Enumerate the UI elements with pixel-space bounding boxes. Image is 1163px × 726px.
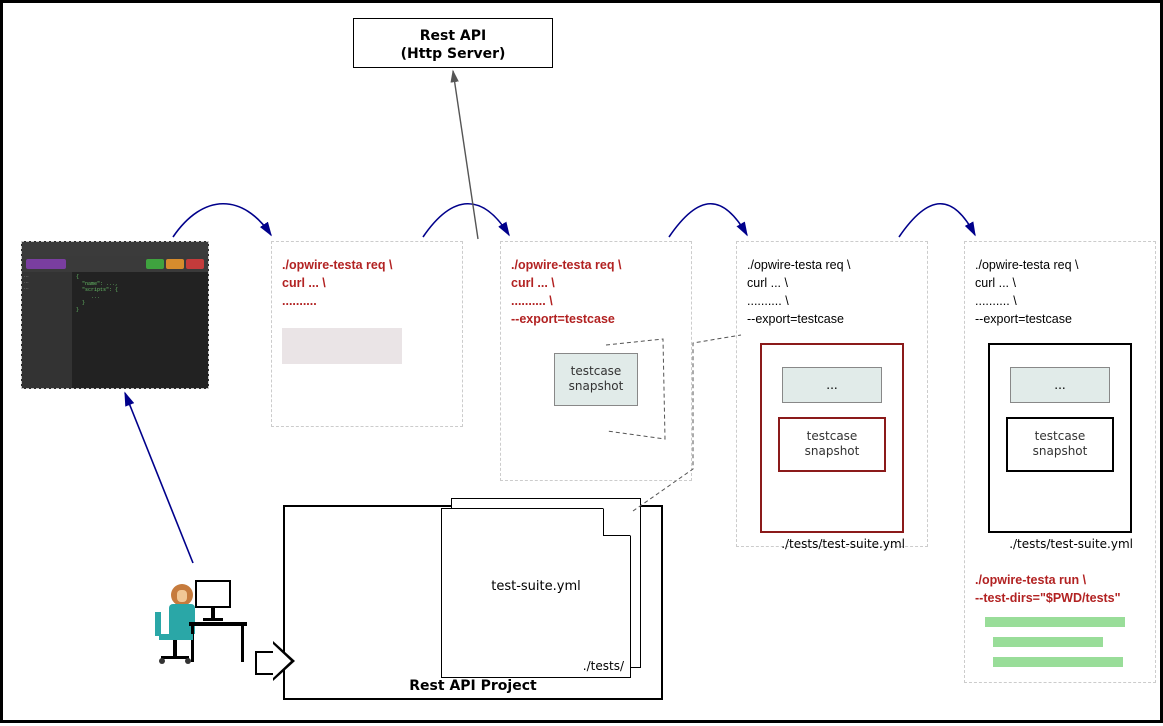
ide-toolbar xyxy=(22,256,208,272)
step4-testsuite-file: ... testcase snapshot xyxy=(988,343,1132,533)
diagram-canvas: Rest API (Http Server) ········· { "name… xyxy=(0,0,1163,723)
suite-file-label: test-suite.yml xyxy=(442,579,630,594)
step2-cmd-line1: ./opwire-testa req \ xyxy=(511,256,681,274)
step3-testsuite-file: ... testcase snapshot xyxy=(760,343,904,533)
step4-run-cmd-line1: ./opwire-testa run \ xyxy=(975,571,1145,589)
step2-cmd-line2: curl ... \ xyxy=(511,274,681,292)
step2-cmd-line3: .......... \ xyxy=(511,292,681,310)
step4-panel: ./opwire-testa req \ curl ... \ ........… xyxy=(964,241,1156,683)
developer-figure xyxy=(153,558,263,698)
ide-warn-btn-icon xyxy=(166,259,184,269)
tests-folder: test-suite.yml ./tests/ xyxy=(441,498,641,678)
tests-path-label: ./tests/ xyxy=(583,659,624,673)
step3-panel: ./opwire-testa req \ curl ... \ ........… xyxy=(736,241,928,547)
step2-panel: ./opwire-testa req \ curl ... \ ........… xyxy=(500,241,692,481)
step3-cmd-line4: --export=testcase xyxy=(747,310,917,328)
step1-cmd-line1: ./opwire-testa req \ xyxy=(282,256,452,274)
step4-cmd-line1: ./opwire-testa req \ xyxy=(975,256,1145,274)
step1-cmd-line2: curl ... \ xyxy=(282,274,452,292)
dogear-icon xyxy=(603,508,631,536)
result-bar-1 xyxy=(985,617,1125,627)
folder-front-page: test-suite.yml ./tests/ xyxy=(441,508,631,678)
step3-suite-caption: ./tests/test-suite.yml xyxy=(747,537,917,551)
rest-api-server-box: Rest API (Http Server) xyxy=(353,18,553,68)
step4-cmd-line4: --export=testcase xyxy=(975,310,1145,328)
step1-output-placeholder xyxy=(282,328,402,364)
step4-cmd-line3: .......... \ xyxy=(975,292,1145,310)
desk-icon xyxy=(189,622,247,626)
monitor-base-icon xyxy=(203,618,223,621)
chair-pole-icon xyxy=(173,640,177,656)
result-bar-2 xyxy=(993,637,1103,647)
step3-cmd-line3: .......... \ xyxy=(747,292,917,310)
step2-testcase-snapshot: testcase snapshot xyxy=(554,353,638,406)
step2-cmd-line4: --export=testcase xyxy=(511,310,681,328)
monitor-icon xyxy=(195,580,231,608)
project-title: Rest API Project xyxy=(285,678,661,694)
ide-code-pane: { "name": ..., "scripts": { ... } } xyxy=(72,272,208,388)
step1-cmd-line3: .......... xyxy=(282,292,452,310)
step4-suite-ellipsis: ... xyxy=(1010,367,1110,403)
step4-suite-snapshot: testcase snapshot xyxy=(1006,417,1114,472)
ide-screenshot-thumb: ········· { "name": ..., "scripts": { ..… xyxy=(21,241,209,389)
ide-stop-btn-icon xyxy=(186,259,204,269)
desk-leg-icon xyxy=(241,626,244,662)
ide-run-btn-icon xyxy=(146,259,164,269)
to-project-arrow-icon xyxy=(255,641,299,681)
monitor-stand-icon xyxy=(211,608,215,618)
step3-suite-ellipsis: ... xyxy=(782,367,882,403)
step1-panel: ./opwire-testa req \ curl ... \ ........… xyxy=(271,241,463,427)
step3-cmd-line1: ./opwire-testa req \ xyxy=(747,256,917,274)
step4-cmd-line2: curl ... \ xyxy=(975,274,1145,292)
desk-leg-icon xyxy=(191,626,194,662)
ide-sidebar: ········· xyxy=(22,272,72,388)
step4-suite-caption: ./tests/test-suite.yml xyxy=(975,537,1145,551)
rest-api-title-line2: (Http Server) xyxy=(354,45,552,63)
chair-wheel-icon xyxy=(159,658,165,664)
step3-suite-snapshot: testcase snapshot xyxy=(778,417,886,472)
ide-brand-badge xyxy=(26,259,66,269)
rest-api-title-line1: Rest API xyxy=(354,27,552,45)
step4-run-cmd-line2: --test-dirs="$PWD/tests" xyxy=(975,589,1145,607)
chair-back-icon xyxy=(155,612,161,636)
ide-titlebar xyxy=(22,242,208,256)
ide-body: ········· { "name": ..., "scripts": { ..… xyxy=(22,272,208,388)
person-face-icon xyxy=(177,590,187,602)
step3-cmd-line2: curl ... \ xyxy=(747,274,917,292)
result-bar-3 xyxy=(993,657,1123,667)
chair-wheel-icon xyxy=(185,658,191,664)
